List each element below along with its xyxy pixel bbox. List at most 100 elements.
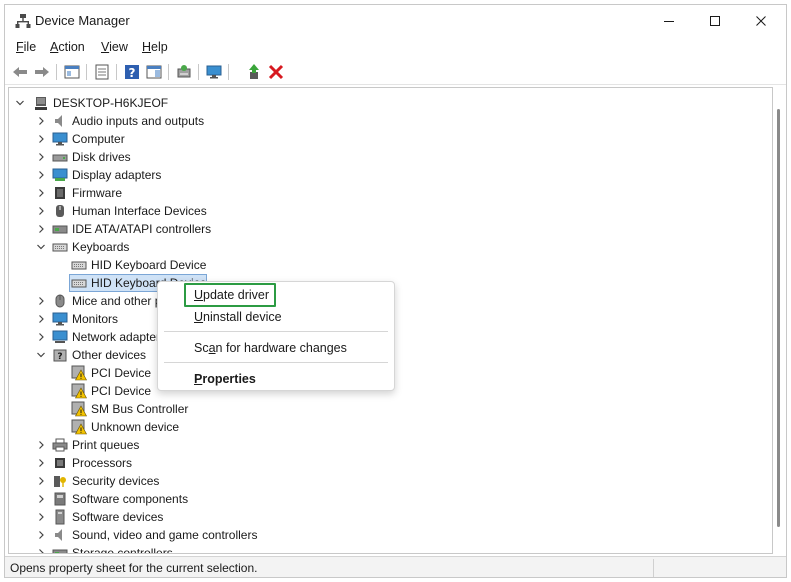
maximize-icon [710, 16, 720, 26]
toolbar-separator [116, 64, 117, 80]
context-scan-hardware[interactable]: Scan for hardware changes [194, 341, 347, 355]
context-properties[interactable]: Properties [194, 372, 256, 386]
uninstall-x-icon[interactable] [267, 63, 285, 81]
tree-item-software-devices[interactable]: Software devices [9, 508, 769, 526]
chevron-right-icon[interactable] [36, 313, 46, 325]
tree-item-sound-label: Sound, video and game controllers [72, 528, 258, 542]
toolbar-separator [168, 64, 169, 80]
tree-item-ide-label: IDE ATA/ATAPI controllers [72, 222, 212, 236]
menu-view[interactable]: View [101, 40, 128, 54]
tree-item-display-adapters[interactable]: Display adapters [9, 166, 769, 184]
chevron-right-icon[interactable] [36, 511, 46, 523]
tree-item-disk-drives[interactable]: Disk drives [9, 148, 769, 166]
tree-item-keyboards[interactable]: Keyboards [9, 238, 769, 256]
toolbar-separator [86, 64, 87, 80]
printer-icon [52, 438, 68, 452]
chevron-right-icon[interactable] [36, 295, 46, 307]
status-divider [653, 559, 654, 577]
speaker-icon [55, 115, 62, 127]
scrollbar-thumb[interactable] [777, 109, 780, 527]
chevron-right-icon[interactable] [36, 529, 46, 541]
update-driver-icon[interactable] [245, 63, 263, 81]
menu-action[interactable]: Action [50, 40, 85, 54]
tree-item-computer-label: Computer [72, 132, 125, 146]
tree-item-firmware-label: Firmware [72, 186, 122, 200]
tree-item-hid-keyboard-label: HID Keyboard Device [91, 258, 207, 272]
software-component-icon [54, 492, 66, 506]
chevron-right-icon[interactable] [36, 457, 46, 469]
tree-item-display-label: Display adapters [72, 168, 162, 182]
chevron-right-icon[interactable] [36, 205, 46, 217]
device-manager-window: Device Manager File Action View Help ? D… [4, 4, 787, 578]
svg-text:?: ? [129, 66, 136, 80]
forward-arrow-icon[interactable] [33, 63, 51, 81]
tree-root[interactable]: DESKTOP-H6KJEOF [9, 94, 769, 112]
tree-item-security-devices[interactable]: Security devices [9, 472, 769, 490]
tree-item-sound-video-game[interactable]: Sound, video and game controllers [9, 526, 769, 544]
vertical-scrollbar[interactable] [773, 87, 783, 554]
tree-item-storage-label: Storage controllers [72, 546, 173, 554]
tree-item-software-components[interactable]: Software components [9, 490, 769, 508]
menu-file[interactable]: File [16, 40, 36, 54]
close-button[interactable] [738, 5, 784, 37]
console-tree-icon[interactable] [63, 63, 81, 81]
action-pane-icon[interactable] [145, 63, 163, 81]
maximize-button[interactable] [692, 5, 738, 37]
chevron-right-icon[interactable] [36, 547, 46, 554]
context-menu: Update driver Uninstall device Scan for … [157, 281, 395, 391]
chevron-right-icon[interactable] [36, 493, 46, 505]
tree-item-ide-controllers[interactable]: IDE ATA/ATAPI controllers [9, 220, 769, 238]
tree-item-keyboards-label: Keyboards [72, 240, 130, 254]
scan-hardware-icon[interactable] [175, 63, 193, 81]
chevron-right-icon[interactable] [36, 187, 46, 199]
tree-item-computer[interactable]: Computer [9, 130, 769, 148]
chevron-right-icon[interactable] [36, 133, 46, 145]
menu-help[interactable]: Help [142, 40, 168, 54]
tree-item-audio[interactable]: Audio inputs and outputs [9, 112, 769, 130]
tree-item-sm-bus-controller[interactable]: SM Bus Controller [9, 400, 769, 418]
tree-item-processors[interactable]: Processors [9, 454, 769, 472]
chevron-right-icon[interactable] [36, 169, 46, 181]
back-arrow-icon[interactable] [11, 63, 29, 81]
svg-text:?: ? [57, 352, 62, 362]
processor-icon [55, 458, 65, 468]
tree-item-print-queues[interactable]: Print queues [9, 436, 769, 454]
context-uninstall-device[interactable]: Uninstall device [194, 310, 282, 324]
keyboard-icon [52, 243, 68, 252]
tree-item-human-interface[interactable]: Human Interface Devices [9, 202, 769, 220]
chevron-right-icon[interactable] [36, 223, 46, 235]
computer-root-icon [35, 97, 47, 110]
security-key-icon [54, 476, 66, 487]
monitor-icon[interactable] [205, 63, 223, 81]
context-update-driver[interactable]: Update driver [194, 288, 269, 302]
properties-sheet-icon[interactable] [93, 63, 111, 81]
toolbar-separator [228, 64, 229, 80]
chevron-right-icon[interactable] [36, 475, 46, 487]
tree-item-pci-label: PCI Device [91, 366, 152, 380]
keyboard-icon [71, 279, 87, 288]
help-icon[interactable]: ? [123, 63, 141, 81]
minimize-button[interactable] [646, 5, 692, 37]
chevron-down-icon[interactable] [15, 97, 25, 109]
tree-root-label: DESKTOP-H6KJEOF [53, 96, 169, 110]
window-title: Device Manager [35, 13, 130, 28]
tree-item-hid-keyboard-device[interactable]: HID Keyboard Device [9, 256, 769, 274]
chevron-down-icon[interactable] [36, 241, 46, 253]
toolbar-separator [56, 64, 57, 80]
tree-item-unknown-device[interactable]: Unknown device [9, 418, 769, 436]
chevron-right-icon[interactable] [36, 115, 46, 127]
warning-device-icon [71, 365, 87, 381]
warning-device-icon [71, 383, 87, 399]
tree-item-storage-controllers[interactable]: Storage controllers [9, 544, 769, 554]
minimize-icon [664, 21, 674, 22]
chevron-right-icon[interactable] [36, 151, 46, 163]
tree-item-sw-devices-label: Software devices [72, 510, 164, 524]
tree-item-firmware[interactable]: Firmware [9, 184, 769, 202]
tree-item-hid-label: Human Interface Devices [72, 204, 207, 218]
chevron-right-icon[interactable] [36, 439, 46, 451]
context-separator [164, 331, 388, 332]
chevron-right-icon[interactable] [36, 331, 46, 343]
other-devices-icon: ? [53, 349, 67, 362]
chevron-down-icon[interactable] [36, 349, 46, 361]
warning-device-icon [71, 419, 87, 435]
